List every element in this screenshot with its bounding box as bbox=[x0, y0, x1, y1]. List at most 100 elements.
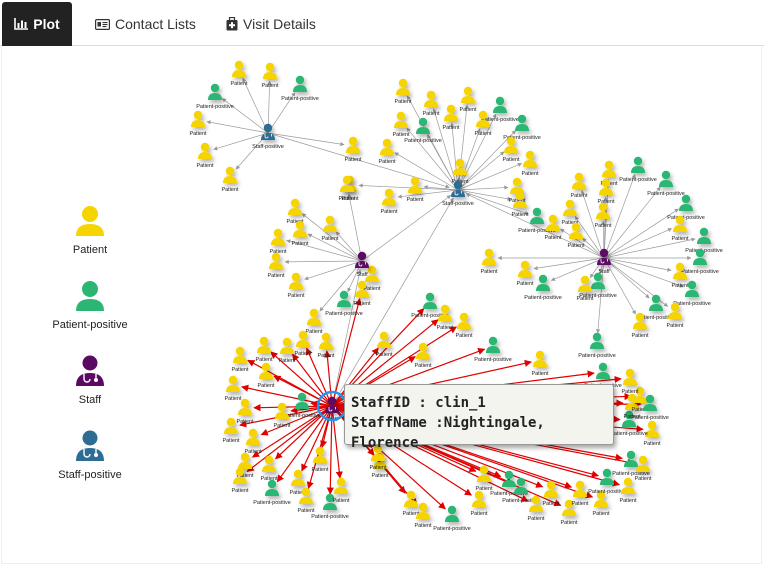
legend-item-patient: Patient bbox=[30, 205, 150, 256]
patient-node[interactable] bbox=[461, 86, 475, 103]
node-label: Patient-positive bbox=[474, 357, 512, 363]
patient-positive-node[interactable] bbox=[265, 479, 279, 496]
patient-node[interactable] bbox=[472, 490, 486, 507]
patient-node[interactable] bbox=[269, 252, 283, 269]
patient-node[interactable] bbox=[307, 308, 321, 325]
patient-positive-node[interactable] bbox=[493, 96, 507, 113]
patient-node[interactable] bbox=[482, 248, 496, 265]
patient-positive-node[interactable] bbox=[631, 156, 645, 173]
legend-item-staff-positive: Staff-positive bbox=[30, 430, 150, 481]
patient-node[interactable] bbox=[271, 228, 285, 245]
patient-node[interactable] bbox=[346, 136, 360, 153]
patient-positive-node[interactable] bbox=[502, 470, 516, 487]
patient-node[interactable] bbox=[408, 176, 422, 193]
node-label: Patient bbox=[257, 383, 275, 389]
patient-positive-node[interactable] bbox=[590, 332, 604, 349]
patient-positive-node[interactable] bbox=[337, 290, 351, 307]
patient-node[interactable] bbox=[257, 336, 271, 353]
patient-node[interactable] bbox=[382, 188, 396, 205]
patient-node[interactable] bbox=[621, 477, 635, 494]
patient-node[interactable] bbox=[263, 62, 277, 79]
patient-node[interactable] bbox=[623, 368, 637, 385]
node-label: Patient-positive bbox=[588, 489, 626, 495]
patient-positive-node[interactable] bbox=[649, 294, 663, 311]
node-label: Patient bbox=[394, 99, 412, 105]
patient-positive-node[interactable] bbox=[416, 117, 430, 134]
legend-label: Patient-positive bbox=[52, 319, 128, 331]
patient-node[interactable] bbox=[578, 275, 592, 292]
patient-node[interactable] bbox=[394, 111, 408, 128]
patient-node[interactable] bbox=[280, 337, 294, 354]
patient-node[interactable] bbox=[198, 142, 212, 159]
patient-node[interactable] bbox=[238, 452, 252, 469]
patient-node[interactable] bbox=[289, 272, 303, 289]
patient-positive-node[interactable] bbox=[486, 336, 500, 353]
contact-edge bbox=[361, 195, 452, 262]
node-label: Patient-positive bbox=[311, 514, 349, 520]
node-label: Patient bbox=[459, 107, 477, 113]
patient-node[interactable] bbox=[636, 455, 650, 472]
patient-positive-node[interactable] bbox=[208, 83, 222, 100]
patient-positive-node[interactable] bbox=[423, 292, 437, 309]
patient-node[interactable] bbox=[563, 199, 577, 216]
contact-edge bbox=[347, 193, 363, 262]
patient-node[interactable] bbox=[596, 202, 610, 219]
contact-edge bbox=[603, 228, 673, 259]
node-label: Patient bbox=[666, 323, 684, 329]
patient-node[interactable] bbox=[533, 350, 547, 367]
patient-node[interactable] bbox=[572, 172, 586, 189]
patient-node[interactable] bbox=[510, 177, 524, 194]
patient-node[interactable] bbox=[573, 480, 587, 497]
patient-node[interactable] bbox=[323, 215, 337, 232]
patient-node[interactable] bbox=[226, 375, 240, 392]
patient-node[interactable] bbox=[380, 138, 394, 155]
patient-positive-node[interactable] bbox=[445, 505, 459, 522]
patient-node[interactable] bbox=[457, 312, 471, 329]
node-label: Patient-positive bbox=[196, 104, 234, 110]
node-label: Patient-positive bbox=[281, 96, 319, 102]
patient-node[interactable] bbox=[313, 446, 327, 463]
tooltip-staff-id: StaffID : clin_1 bbox=[351, 395, 486, 411]
patient-node[interactable] bbox=[444, 104, 458, 121]
patient-node[interactable] bbox=[319, 332, 333, 349]
node-label: Patient bbox=[442, 125, 460, 131]
patient-positive-node[interactable] bbox=[679, 194, 693, 211]
patient-node[interactable] bbox=[523, 150, 537, 167]
patient-node[interactable] bbox=[233, 346, 247, 363]
patient-node[interactable] bbox=[246, 428, 260, 445]
node-label: Patient bbox=[436, 325, 454, 331]
patient-positive-node[interactable] bbox=[596, 362, 610, 379]
patient-positive-node[interactable] bbox=[536, 274, 550, 291]
contact-edge bbox=[304, 260, 363, 281]
patient-node[interactable] bbox=[288, 198, 302, 215]
node-label: Patient bbox=[631, 333, 649, 339]
node-label: Patient bbox=[267, 273, 285, 279]
patient-node[interactable] bbox=[334, 477, 348, 494]
patient-node[interactable] bbox=[396, 78, 410, 95]
patient-node[interactable] bbox=[291, 469, 305, 486]
patient-node[interactable] bbox=[259, 362, 273, 379]
patient-node[interactable] bbox=[191, 110, 205, 127]
patient-node[interactable] bbox=[602, 160, 616, 177]
node-label: Patient bbox=[278, 358, 296, 364]
patient-positive-node[interactable] bbox=[659, 170, 673, 187]
patient-node[interactable] bbox=[377, 331, 391, 348]
patient-node[interactable] bbox=[275, 402, 289, 419]
patient-node[interactable] bbox=[518, 260, 532, 277]
node-label: Staff-positive bbox=[442, 201, 474, 207]
node-label: Patient-positive bbox=[253, 500, 291, 506]
staff-positive-icon bbox=[76, 430, 104, 461]
node-label: Patient-positive bbox=[681, 269, 719, 275]
patient-positive-node[interactable] bbox=[530, 207, 544, 224]
contact-edge bbox=[457, 189, 512, 201]
patient-positive-node[interactable] bbox=[293, 75, 307, 92]
patient-node[interactable] bbox=[223, 166, 237, 183]
patient-node[interactable] bbox=[232, 60, 246, 77]
patient-node[interactable] bbox=[424, 90, 438, 107]
patient-node[interactable] bbox=[546, 214, 560, 231]
node-label: Patient bbox=[643, 441, 661, 447]
patient-positive-node[interactable] bbox=[624, 450, 638, 467]
patient-positive-node[interactable] bbox=[697, 227, 711, 244]
patient-node[interactable] bbox=[544, 480, 558, 497]
node-label: Patient bbox=[305, 329, 323, 335]
